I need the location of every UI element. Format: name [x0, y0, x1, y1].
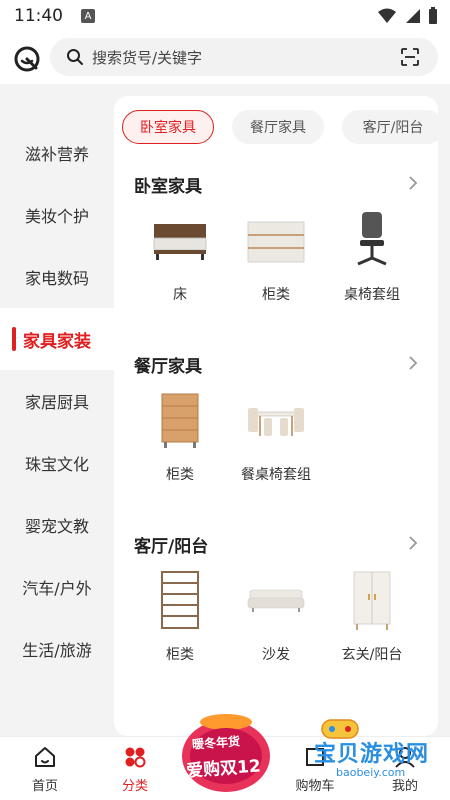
- product-name: 柜类: [262, 287, 290, 303]
- sidebar-item-life-travel[interactable]: 生活/旅游: [0, 618, 114, 680]
- wifi-icon: [378, 8, 396, 23]
- sidebar-item-nutrition[interactable]: 滋补营养: [0, 122, 114, 184]
- promo-line2: 爱购双12: [185, 756, 262, 782]
- header: 搜索货号/关键字: [0, 32, 450, 84]
- search-bar[interactable]: 搜索货号/关键字: [50, 38, 438, 76]
- dresser-image: [161, 393, 199, 448]
- product-name: 沙发: [262, 647, 290, 663]
- product-desk-chair-set[interactable]: 桌椅套组: [322, 208, 422, 318]
- chip-label: 客厅/阳台: [362, 120, 424, 136]
- product-name: 餐桌椅套组: [241, 467, 311, 483]
- chevron-right-icon[interactable]: [406, 356, 420, 370]
- sidebar-item-electronics[interactable]: 家电数码: [0, 246, 114, 308]
- sidebar-item-label: 家具家装: [23, 331, 91, 352]
- battery-icon: [429, 7, 437, 24]
- product-shelf[interactable]: 柜类: [130, 568, 230, 678]
- product-cabinet[interactable]: 柜类: [226, 208, 326, 318]
- search-icon: [67, 49, 83, 65]
- promo-line1: 暖冬年货: [191, 734, 241, 752]
- chevron-right-icon[interactable]: [406, 176, 420, 190]
- category-content: 滋补营养 美妆个护 家电数码 家具家装 家居厨具 珠宝文化 婴宠文教 汽车/户外…: [0, 84, 450, 736]
- sidebar-item-label: 家居厨具: [24, 393, 89, 412]
- signal-icon: [406, 9, 420, 23]
- chevron-right-icon[interactable]: [406, 536, 420, 550]
- product-name: 柜类: [166, 467, 194, 483]
- section-title: 餐厅家具: [134, 357, 202, 377]
- scan-icon[interactable]: [400, 47, 420, 67]
- product-name: 床: [173, 287, 187, 303]
- product-sofa[interactable]: 沙发: [226, 568, 326, 678]
- product-name: 桌椅套组: [344, 287, 400, 303]
- sidebar-item-auto-outdoor[interactable]: 汽车/户外: [0, 556, 114, 618]
- sidebar-item-label: 滋补营养: [24, 145, 89, 164]
- product-name: 柜类: [166, 647, 194, 663]
- chip-label: 餐厅家具: [250, 120, 306, 136]
- sidebar-item-furniture[interactable]: 家具家装: [0, 308, 114, 370]
- subcategory-chips: 卧室家具 餐厅家具 客厅/阳台: [122, 110, 438, 146]
- status-time: 11:40: [14, 6, 63, 26]
- sidebar-item-beauty[interactable]: 美妆个护: [0, 184, 114, 246]
- category-sidebar: 滋补营养 美妆个护 家电数码 家具家装 家居厨具 珠宝文化 婴宠文教 汽车/户外…: [0, 84, 114, 736]
- sidebar-item-home-kitchen[interactable]: 家居厨具: [0, 370, 114, 432]
- watermark-url: baobeiy.com: [336, 766, 406, 779]
- sidebar-item-baby-pet[interactable]: 婴宠文教: [0, 494, 114, 556]
- chip-living-balcony[interactable]: 客厅/阳台: [342, 110, 438, 144]
- nav-category[interactable]: 分类: [90, 741, 180, 797]
- sidebar-item-label: 美妆个护: [24, 207, 89, 226]
- product-dining-cabinet[interactable]: 柜类: [130, 388, 230, 498]
- sidebar-item-label: 婴宠文教: [24, 517, 89, 536]
- office-chair-image: [357, 212, 387, 266]
- cabinet-image: [247, 221, 305, 263]
- app-logo-icon[interactable]: [12, 44, 42, 74]
- watermark: 宝贝游戏网 baobeiy.com: [296, 716, 446, 782]
- bookshelf-image: [161, 571, 199, 629]
- chip-label: 卧室家具: [140, 120, 196, 136]
- search-placeholder: 搜索货号/关键字: [92, 49, 203, 67]
- section-title: 卧室家具: [134, 177, 202, 197]
- home-icon: [35, 747, 55, 767]
- wardrobe-image: [353, 571, 391, 630]
- bed-image: [153, 224, 207, 260]
- product-name: 玄关/阳台: [341, 647, 403, 663]
- sidebar-item-jewelry[interactable]: 珠宝文化: [0, 432, 114, 494]
- dining-set-image: [248, 408, 304, 436]
- watermark-text: 宝贝游戏网: [314, 742, 430, 767]
- sidebar-item-label: 生活/旅游: [22, 641, 92, 660]
- section-title: 客厅/阳台: [134, 537, 209, 557]
- status-indicators: [378, 7, 438, 25]
- nav-home[interactable]: 首页: [0, 741, 90, 797]
- product-dining-set[interactable]: 餐桌椅套组: [226, 388, 326, 498]
- promo-badge[interactable]: 暖冬年货 爱购双12: [178, 712, 274, 796]
- sidebar-item-label: 家电数码: [24, 269, 89, 288]
- product-bed[interactable]: 床: [130, 208, 230, 318]
- status-bar: 11:40 A: [0, 0, 450, 32]
- nav-label: 首页: [31, 779, 58, 794]
- chip-dining[interactable]: 餐厅家具: [232, 110, 324, 144]
- sofa-image: [247, 589, 305, 612]
- nav-label: 分类: [121, 779, 148, 794]
- sidebar-item-label: 汽车/户外: [22, 579, 92, 598]
- sidebar-item-label: 珠宝文化: [24, 455, 89, 474]
- product-entry-balcony[interactable]: 玄关/阳台: [322, 568, 422, 678]
- subcategory-panel: 卧室家具 餐厅家具 客厅/阳台 卧室家具 床 柜类 桌椅套组 餐厅家具 柜类 餐…: [114, 96, 438, 736]
- app-notification-icon: A: [81, 9, 95, 23]
- category-icon: [125, 747, 146, 768]
- chip-bedroom[interactable]: 卧室家具: [122, 110, 214, 144]
